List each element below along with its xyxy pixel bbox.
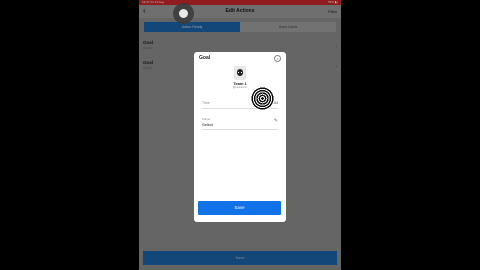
player-label: Player: [202, 117, 211, 121]
goal-dialog: Goal × Team 1 @Leonard P. Time 0:53 Play…: [194, 52, 286, 222]
dialog-title: Goal: [199, 55, 211, 61]
touch-indicator-icon: [173, 3, 194, 24]
user-subtitle: @Leonard P.: [232, 86, 248, 89]
tablet-screen: 19:47 Fri 14 Aug 76% ▮▯ ‹ Edit Actions F…: [139, 0, 341, 270]
divider: [202, 129, 278, 130]
touch-dot-icon: [179, 9, 188, 18]
avatar-eye: [238, 72, 239, 73]
time-label: Time: [202, 101, 210, 105]
avatar-face: [237, 69, 243, 76]
player-select[interactable]: Select: [202, 122, 213, 127]
close-icon[interactable]: ×: [274, 55, 281, 62]
avatar: [234, 66, 246, 80]
save-button[interactable]: Save: [198, 201, 281, 215]
touch-ripple-icon: [251, 87, 274, 110]
pencil-icon[interactable]: ✎: [274, 118, 278, 124]
avatar-eye: [241, 72, 242, 73]
